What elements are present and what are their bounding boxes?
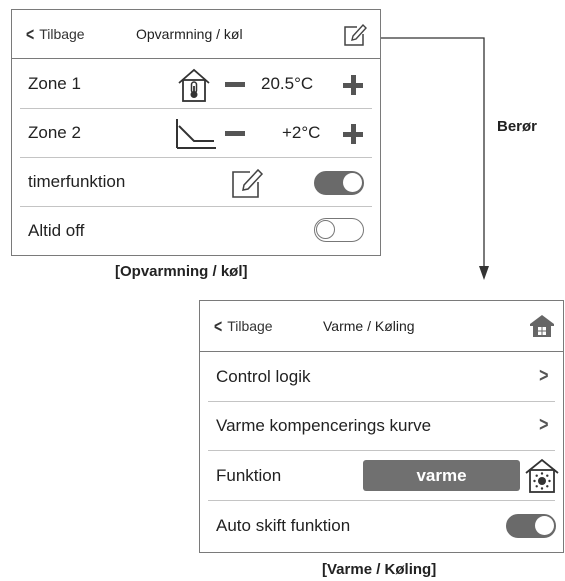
function-row: Funktion varme — [208, 451, 559, 501]
heat-cool-screen: < Tilbage Varme / Køling Control logik >… — [199, 300, 564, 553]
toggle-knob — [535, 516, 554, 535]
zone1-increase-button[interactable] — [343, 75, 363, 95]
compensation-curve-row[interactable]: Varme kompencerings kurve > — [208, 402, 555, 451]
always-off-toggle[interactable] — [314, 218, 364, 242]
thermometer-house-icon — [178, 68, 210, 102]
zone1-value: 20.5°C — [261, 74, 314, 93]
page-title: Varme / Køling — [323, 318, 415, 334]
header: < Tilbage Opvarmning / køl — [12, 10, 380, 59]
chevron-right-icon: > — [539, 365, 549, 387]
auto-switch-toggle[interactable] — [506, 514, 556, 538]
back-button[interactable]: < Tilbage — [26, 10, 85, 58]
back-label: Tilbage — [227, 318, 273, 334]
edit-icon[interactable] — [230, 166, 264, 200]
auto-switch-label: Auto skift funktion — [216, 516, 351, 535]
chevron-left-icon: < — [26, 23, 35, 45]
toggle-knob — [316, 220, 335, 239]
screen1-caption: [Opvarmning / køl] — [115, 263, 248, 280]
timer-row: timerfunktion — [20, 158, 372, 207]
compensation-curve-label: Varme kompencerings kurve — [216, 416, 432, 435]
zone2-label: Zone 2 — [28, 123, 81, 142]
control-logic-label: Control logik — [216, 367, 311, 386]
mode-button[interactable]: varme — [363, 460, 520, 491]
timer-toggle[interactable] — [314, 171, 364, 195]
auto-switch-row: Auto skift funktion — [208, 501, 556, 551]
heating-cooling-screen: < Tilbage Opvarmning / køl Zone 1 20.5°C… — [11, 9, 381, 256]
timer-label: timerfunktion — [28, 172, 126, 191]
zone1-label: Zone 1 — [28, 74, 81, 93]
zone2-row: Zone 2 +2°C — [20, 109, 372, 158]
zone2-value: +2°C — [282, 123, 321, 142]
edit-icon[interactable] — [342, 22, 368, 48]
zone2-increase-button[interactable] — [343, 124, 363, 144]
header: < Tilbage Varme / Køling — [200, 301, 563, 352]
function-label: Funktion — [216, 465, 282, 485]
zone1-row: Zone 1 20.5°C — [20, 60, 372, 109]
always-off-label: Altid off — [28, 221, 85, 240]
back-label: Tilbage — [39, 26, 85, 42]
page-title: Opvarmning / køl — [136, 26, 243, 42]
chevron-left-icon: < — [214, 315, 223, 337]
toggle-knob — [343, 173, 362, 192]
chevron-right-icon: > — [539, 414, 549, 436]
sun-house-icon — [525, 458, 559, 493]
always-off-row: Altid off — [20, 207, 372, 255]
control-logic-row[interactable]: Control logik > — [208, 353, 555, 402]
home-icon[interactable] — [529, 314, 555, 338]
curve-icon — [176, 119, 216, 149]
screen2-caption: [Varme / Køling] — [322, 561, 437, 578]
zone1-decrease-button[interactable] — [225, 82, 245, 87]
zone2-decrease-button[interactable] — [225, 131, 245, 136]
touch-label: Berør — [497, 118, 538, 135]
back-button[interactable]: < Tilbage — [214, 301, 273, 351]
